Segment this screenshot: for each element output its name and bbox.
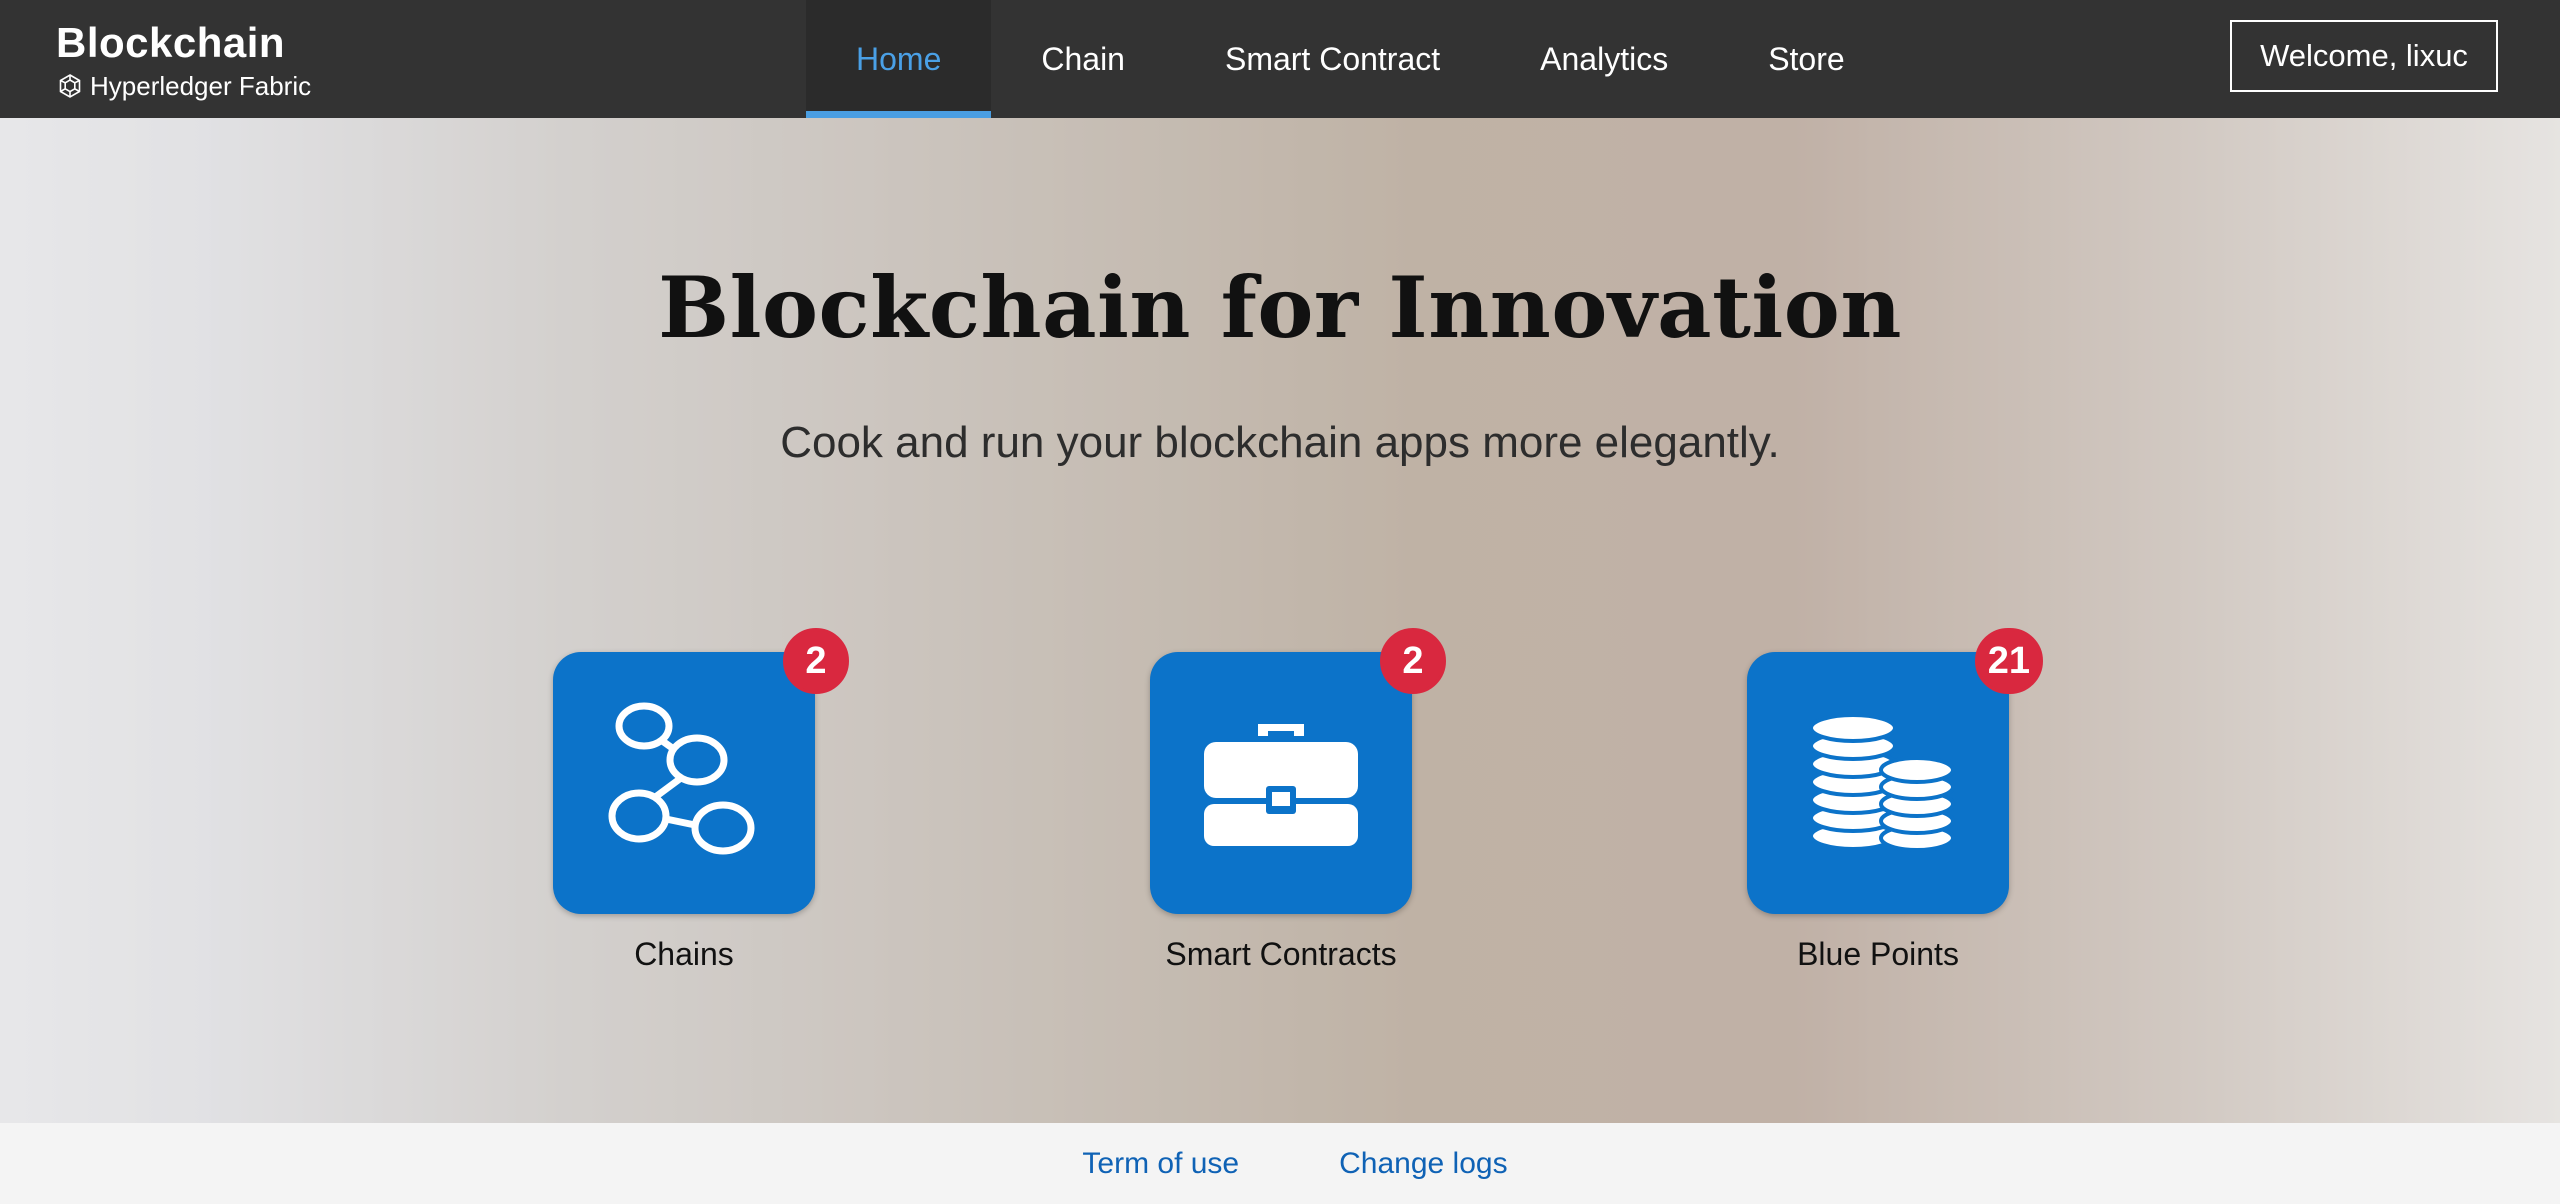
brand-title: Blockchain <box>56 19 286 66</box>
brand-subtitle-row: Hyperledger Fabric <box>56 70 311 102</box>
nav-home[interactable]: Home <box>806 0 992 118</box>
footer: Term of use Change logs <box>0 1123 2560 1204</box>
tile-smart-contracts-label: Smart Contracts <box>1165 936 1397 972</box>
tile-chains[interactable]: 2 Chains <box>553 628 849 972</box>
tile-blue-points-label: Blue Points <box>1797 936 1959 972</box>
nav-analytics[interactable]: Analytics <box>1490 0 1718 118</box>
term-of-use-link[interactable]: Term of use <box>1082 1147 1239 1181</box>
hero-banner: Blockchain for Innovation Cook and run y… <box>0 118 2560 1123</box>
nav-store[interactable]: Store <box>1718 0 1894 118</box>
coins-stack-icon <box>1809 713 1955 852</box>
tile-chains-label: Chains <box>634 936 734 972</box>
top-navigation-bar: Blockchain Hyperledger Fabric Home Chain… <box>0 0 2560 118</box>
smart-contracts-count-badge: 2 <box>1380 628 1446 694</box>
brand[interactable]: Blockchain Hyperledger Fabric <box>56 18 311 102</box>
chains-count-badge: 2 <box>783 628 849 694</box>
chain-nodes-icon <box>608 702 755 855</box>
tile-chains-button[interactable] <box>553 652 815 914</box>
tile-blue-points[interactable]: 21 Blue Points <box>1747 628 2043 972</box>
blue-points-count-badge: 21 <box>1974 628 2043 694</box>
tile-blue-points-button[interactable] <box>1747 652 2009 914</box>
main-nav: Home Chain Smart Contract Analytics Stor… <box>806 0 1895 118</box>
briefcase-icon <box>1204 724 1358 846</box>
nav-smart-contract[interactable]: Smart Contract <box>1175 0 1490 118</box>
change-logs-link[interactable]: Change logs <box>1339 1147 1507 1181</box>
brand-subtitle: Hyperledger Fabric <box>90 71 312 101</box>
user-welcome-button[interactable]: Welcome, lixuc <box>2230 20 2498 92</box>
nav-chain[interactable]: Chain <box>991 0 1175 118</box>
hero-title: Blockchain for Innovation <box>658 258 1902 357</box>
tile-smart-contracts-button[interactable] <box>1150 652 1412 914</box>
hero-subtitle: Cook and run your blockchain apps more e… <box>780 418 1780 467</box>
hyperledger-logo-icon <box>59 74 81 98</box>
tile-smart-contracts[interactable]: 2 Smart Contracts <box>1150 628 1446 972</box>
